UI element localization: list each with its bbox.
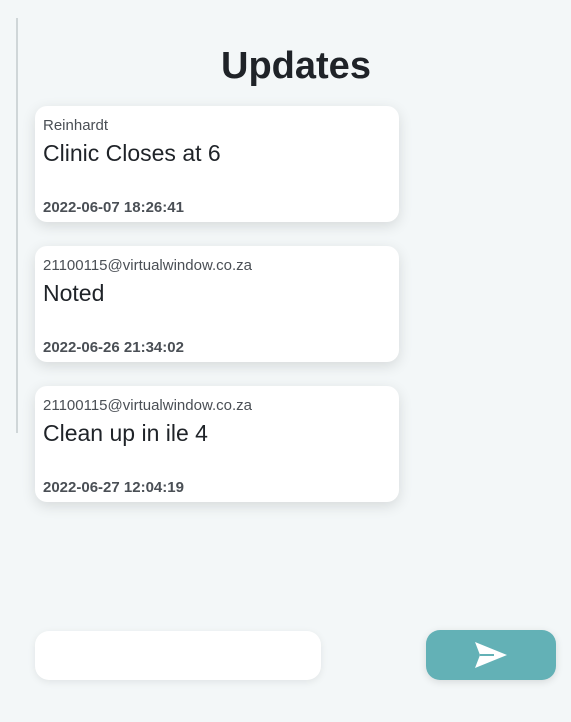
update-timestamp: 2022-06-07 18:26:41 [43,199,184,216]
update-author: 21100115@virtualwindow.co.za [43,257,252,274]
update-timestamp: 2022-06-27 12:04:19 [43,479,184,496]
message-input[interactable] [35,631,321,680]
updates-feed: Reinhardt Clinic Closes at 6 2022-06-07 … [35,106,399,526]
update-timestamp: 2022-06-26 21:34:02 [43,339,184,356]
update-message: Clinic Closes at 6 [43,140,221,166]
update-author: 21100115@virtualwindow.co.za [43,397,252,414]
update-author: Reinhardt [43,117,109,134]
update-card: 21100115@virtualwindow.co.za Clean up in… [35,386,399,502]
send-button[interactable] [426,630,556,680]
update-message: Noted [43,280,105,306]
send-icon [474,641,508,669]
update-card: 21100115@virtualwindow.co.za Noted 2022-… [35,246,399,362]
update-message: Clean up in ile 4 [43,420,208,446]
page-title: Updates [221,45,371,87]
update-card: Reinhardt Clinic Closes at 6 2022-06-07 … [35,106,399,222]
